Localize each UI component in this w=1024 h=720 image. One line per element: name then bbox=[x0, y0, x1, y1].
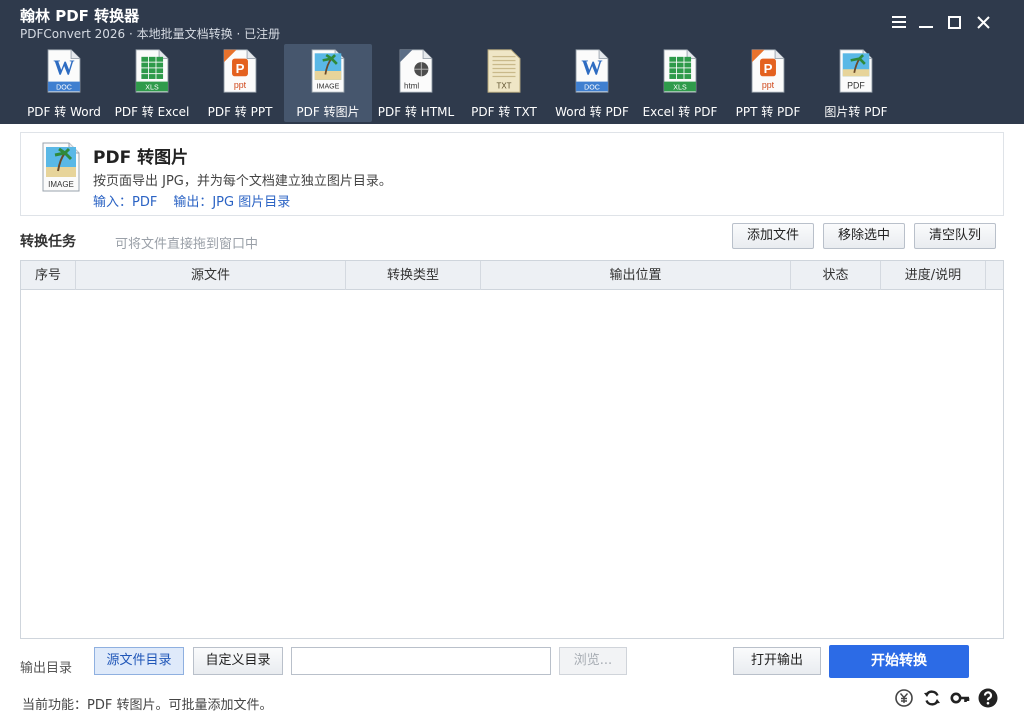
key-icon[interactable] bbox=[950, 688, 970, 708]
toolbar-item-6[interactable]: W DOC Word 转 PDF bbox=[548, 44, 636, 122]
drag-hint: 可将文件直接拖到窗口中 bbox=[115, 237, 259, 252]
toolbar-item-label: PDF 转 TXT bbox=[471, 105, 537, 119]
toolbar-item-label: Word 转 PDF bbox=[555, 105, 629, 119]
toolbar-item-9[interactable]: PDF 图片转 PDF bbox=[812, 44, 900, 122]
remove-selected-button[interactable]: 移除选中 bbox=[823, 223, 905, 249]
input-format: 输入：PDF bbox=[93, 195, 158, 210]
minimize-icon bbox=[919, 26, 933, 28]
start-convert-button[interactable]: 开始转换 bbox=[829, 645, 969, 678]
svg-text:W: W bbox=[581, 56, 602, 80]
svg-text:P: P bbox=[236, 61, 245, 76]
app-subtitle: PDFConvert 2026 · 本地批量文档转换 · 已注册 bbox=[20, 27, 281, 41]
clear-queue-button[interactable]: 清空队列 bbox=[914, 223, 996, 249]
currency-icon[interactable] bbox=[894, 688, 914, 708]
function-title: PDF 转图片 bbox=[93, 148, 189, 168]
svg-text:IMAGE: IMAGE bbox=[48, 180, 74, 189]
task-section-title: 转换任务 bbox=[20, 234, 76, 250]
column-header-status[interactable]: 状态 bbox=[791, 261, 881, 290]
output-dir-label: 输出目录 bbox=[20, 661, 73, 676]
minimize-button[interactable] bbox=[914, 10, 938, 34]
column-header-progress[interactable]: 进度/说明 bbox=[881, 261, 986, 290]
toolbar-item-label: 图片转 PDF bbox=[824, 105, 888, 119]
status-text: 当前功能：PDF 转图片。可批量添加文件。 bbox=[22, 698, 273, 713]
word-doc-icon: W DOC bbox=[575, 49, 609, 93]
svg-text:html: html bbox=[404, 82, 419, 91]
menu-button[interactable] bbox=[887, 10, 911, 34]
browse-button[interactable]: 浏览... bbox=[559, 647, 627, 675]
column-header-type[interactable]: 转换类型 bbox=[346, 261, 481, 290]
column-header-source[interactable]: 源文件 bbox=[76, 261, 346, 290]
toolbar-item-label: Excel 转 PDF bbox=[642, 105, 718, 119]
app-title: 翰林 PDF 转换器 bbox=[20, 7, 140, 25]
toolbar-item-2[interactable]: Pppt PDF 转 PPT bbox=[196, 44, 284, 122]
table-header: 序号 源文件 转换类型 输出位置 状态 进度/说明 bbox=[21, 261, 1003, 290]
toolbar-item-label: PDF 转 HTML bbox=[377, 105, 455, 119]
toolbar-item-8[interactable]: Pppt PPT 转 PDF bbox=[724, 44, 812, 122]
ppt-icon: Pppt bbox=[751, 49, 785, 93]
output-path-input[interactable] bbox=[291, 647, 551, 675]
toolbar-item-label: PDF 转图片 bbox=[296, 105, 360, 119]
svg-text:W: W bbox=[53, 56, 74, 80]
function-io: 输入：PDF 输出：JPG 图片目录 bbox=[93, 191, 290, 210]
svg-text:TXT: TXT bbox=[496, 82, 511, 91]
toolbar-item-label: PDF 转 PPT bbox=[207, 105, 273, 119]
column-header-index[interactable]: 序号 bbox=[21, 261, 76, 290]
toolbar-item-7[interactable]: XLS Excel 转 PDF bbox=[636, 44, 724, 122]
svg-text:ppt: ppt bbox=[762, 80, 775, 90]
maximize-button[interactable] bbox=[942, 10, 966, 34]
toolbar-item-4[interactable]: html PDF 转 HTML bbox=[372, 44, 460, 122]
function-info-panel: IMAGE PDF 转图片 按页面导出 JPG，并为每个文档建立独立图片目录。 … bbox=[20, 132, 1004, 216]
toolbar-item-label: PDF 转 Excel bbox=[114, 105, 190, 119]
image-file-icon: IMAGE bbox=[42, 142, 80, 192]
close-button[interactable] bbox=[971, 10, 995, 34]
function-description: 按页面导出 JPG，并为每个文档建立独立图片目录。 bbox=[93, 174, 392, 189]
source-dir-option[interactable]: 源文件目录 bbox=[94, 647, 184, 675]
svg-text:XLS: XLS bbox=[145, 85, 159, 92]
toolbar-item-0[interactable]: W DOC PDF 转 Word bbox=[20, 44, 108, 122]
close-icon bbox=[976, 15, 990, 29]
svg-text:ppt: ppt bbox=[234, 80, 247, 90]
pdf-image-icon: PDF bbox=[839, 49, 873, 93]
help-icon[interactable] bbox=[978, 688, 998, 708]
excel-xls-icon: XLS bbox=[663, 49, 697, 93]
open-output-button[interactable]: 打开输出 bbox=[733, 647, 821, 675]
task-table[interactable]: 序号 源文件 转换类型 输出位置 状态 进度/说明 bbox=[20, 260, 1004, 639]
output-format: 输出：JPG 图片目录 bbox=[173, 195, 291, 210]
image-file-icon: IMAGE bbox=[311, 49, 345, 93]
html-file-icon: html bbox=[399, 49, 433, 93]
hamburger-menu-icon bbox=[892, 16, 906, 28]
svg-text:P: P bbox=[764, 61, 773, 76]
ppt-icon: Pppt bbox=[223, 49, 257, 93]
excel-xls-icon: XLS bbox=[135, 49, 169, 93]
svg-text:XLS: XLS bbox=[673, 85, 687, 92]
svg-text:IMAGE: IMAGE bbox=[317, 84, 340, 91]
word-doc-icon: W DOC bbox=[47, 49, 81, 93]
conversion-toolbar: W DOC PDF 转 Word XLS PDF 转 Excel Pppt PDF 转 PP… bbox=[20, 44, 900, 122]
svg-text:PDF: PDF bbox=[847, 81, 865, 91]
custom-dir-option[interactable]: 自定义目录 bbox=[193, 647, 283, 675]
toolbar-item-label: PPT 转 PDF bbox=[735, 105, 801, 119]
toolbar-item-3[interactable]: IMAGE PDF 转图片 bbox=[284, 44, 372, 122]
column-header-output[interactable]: 输出位置 bbox=[481, 261, 791, 290]
txt-file-icon: TXT bbox=[487, 49, 521, 93]
svg-text:DOC: DOC bbox=[56, 85, 72, 92]
maximize-icon bbox=[947, 15, 961, 29]
title-bar: 翰林 PDF 转换器 PDFConvert 2026 · 本地批量文档转换 · … bbox=[0, 0, 1024, 124]
refresh-icon[interactable] bbox=[922, 688, 942, 708]
toolbar-item-1[interactable]: XLS PDF 转 Excel bbox=[108, 44, 196, 122]
add-file-button[interactable]: 添加文件 bbox=[732, 223, 814, 249]
toolbar-item-label: PDF 转 Word bbox=[27, 105, 101, 119]
toolbar-item-5[interactable]: TXT PDF 转 TXT bbox=[460, 44, 548, 122]
svg-text:DOC: DOC bbox=[584, 85, 600, 92]
